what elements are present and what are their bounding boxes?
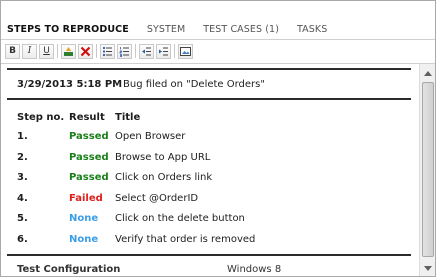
step-title: Verify that order is removed — [115, 233, 256, 245]
step-result: None — [69, 233, 99, 245]
entry-rule — [7, 98, 411, 100]
step-number: 1. — [17, 131, 28, 142]
formatting-toolbar: B I U — [5, 42, 195, 60]
work-item-panel: STEPS TO REPRODUCE SYSTEM TEST CASES (1)… — [0, 0, 436, 277]
step-title: Click on Orders link — [115, 172, 213, 183]
toolbar-separator — [135, 44, 136, 58]
step-result: None — [69, 213, 99, 224]
header-title: Title — [115, 112, 141, 123]
top-rule — [7, 68, 411, 70]
clear-format-button[interactable] — [78, 43, 93, 59]
tab-test-cases[interactable]: TEST CASES (1) — [197, 24, 279, 35]
clear-format-icon — [80, 46, 91, 56]
table-row: 3. Passed Click on Orders link — [1, 172, 419, 192]
underline-button[interactable]: U — [39, 43, 54, 59]
table-row: 1. Passed Open Browser — [1, 131, 419, 151]
vertical-scrollbar[interactable] — [419, 64, 435, 276]
numbered-list-icon — [119, 46, 129, 57]
step-result: Failed — [69, 192, 103, 204]
step-title: Browse to App URL — [115, 151, 211, 163]
toolbar-separator — [96, 44, 97, 58]
chevron-down-icon — [424, 265, 432, 271]
underline-icon: U — [43, 46, 50, 56]
toolbar-separator — [174, 44, 175, 58]
bullet-list-icon — [102, 46, 112, 56]
test-configuration-value: Windows 8 — [227, 264, 282, 275]
scrollbar-thumb[interactable] — [422, 82, 434, 257]
table-row: 2. Passed Browse to App URL — [1, 152, 419, 172]
italic-icon: I — [27, 46, 32, 56]
step-number: 5. — [17, 213, 28, 224]
test-configuration-label: Test Configuration — [17, 264, 121, 275]
chevron-up-icon — [424, 70, 432, 76]
header-step-no: Step no. — [17, 112, 65, 123]
numbered-list-button[interactable] — [117, 43, 132, 59]
bottom-rule — [7, 254, 411, 256]
step-number: 2. — [17, 151, 28, 163]
step-title: Select @OrderID — [115, 192, 199, 204]
scroll-down-arrow[interactable] — [420, 260, 435, 276]
entry-note: Bug filed on "Delete Orders" — [123, 79, 265, 90]
scroll-up-arrow[interactable] — [420, 65, 435, 81]
step-title: Open Browser — [115, 131, 186, 142]
toolbar-separator — [57, 44, 58, 58]
insert-image-icon — [180, 46, 191, 56]
step-result: Passed — [69, 151, 109, 163]
step-number: 6. — [17, 233, 28, 245]
step-result: Passed — [69, 172, 109, 183]
tab-divider — [1, 39, 435, 40]
insert-image-button[interactable] — [178, 43, 193, 59]
decrease-indent-button[interactable] — [139, 43, 154, 59]
tab-system[interactable]: SYSTEM — [141, 24, 185, 35]
steps-editor[interactable]: 3/29/2013 5:18 PM Bug filed on "Delete O… — [1, 64, 419, 276]
decrease-indent-icon — [142, 47, 151, 55]
step-result: Passed — [69, 131, 109, 142]
table-row: 4. Failed Select @OrderID — [1, 193, 419, 213]
insert-link-button[interactable] — [61, 43, 76, 59]
italic-button[interactable]: I — [22, 43, 37, 59]
tab-strip: STEPS TO REPRODUCE SYSTEM TEST CASES (1)… — [1, 19, 435, 39]
step-number: 4. — [17, 192, 28, 204]
bold-icon: B — [9, 46, 16, 56]
tab-steps-to-reproduce[interactable]: STEPS TO REPRODUCE — [1, 24, 129, 35]
step-title: Click on the delete button — [115, 213, 245, 224]
table-row: 5. None Click on the delete button — [1, 213, 419, 233]
increase-indent-icon — [159, 47, 168, 55]
bullet-list-button[interactable] — [100, 43, 115, 59]
increase-indent-button[interactable] — [156, 43, 171, 59]
bold-button[interactable]: B — [5, 43, 20, 59]
header-result: Result — [69, 112, 105, 123]
step-number: 3. — [17, 172, 28, 183]
table-row: 6. None Verify that order is removed — [1, 234, 419, 254]
tab-tasks[interactable]: TASKS — [291, 24, 327, 35]
insert-link-icon — [64, 46, 73, 56]
entry-date: 3/29/2013 5:18 PM — [17, 79, 123, 90]
